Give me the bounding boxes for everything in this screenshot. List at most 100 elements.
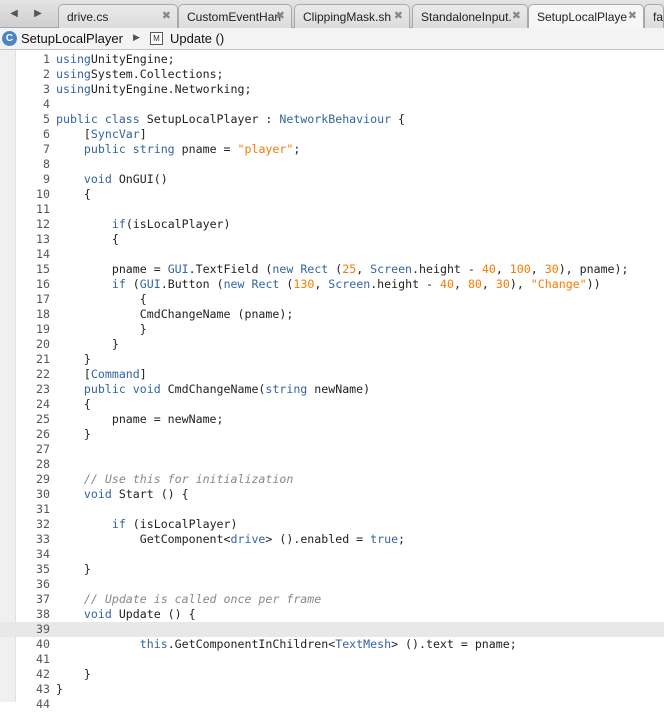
line-number: 4 [43, 97, 50, 111]
tab-standalone-input[interactable]: StandaloneInput. ✖ [412, 4, 528, 28]
code-token: ( [125, 277, 140, 291]
close-icon[interactable]: ✖ [276, 9, 285, 22]
line-number: 34 [36, 547, 50, 561]
code-line[interactable]: 44 [0, 697, 664, 712]
close-icon[interactable]: ✖ [162, 9, 171, 22]
code-line[interactable]: 43} [0, 682, 664, 697]
line-number: 26 [36, 427, 50, 441]
code-line[interactable]: 25 pname = newName; [0, 412, 664, 427]
code-line[interactable]: 42 } [0, 667, 664, 682]
code-line[interactable]: 27 [0, 442, 664, 457]
code-line[interactable]: 22 [Command] [0, 367, 664, 382]
back-arrow-icon[interactable]: ◀ [2, 0, 26, 27]
breadcrumb-method[interactable]: Update () [170, 31, 224, 46]
code-line[interactable]: 28 [0, 457, 664, 472]
close-icon[interactable]: ✖ [394, 9, 403, 22]
line-number: 7 [43, 142, 50, 156]
tab-fac[interactable]: fac [644, 4, 664, 28]
code-line[interactable]: 13 { [0, 232, 664, 247]
code-token: > ().text = pname; [391, 637, 517, 651]
code-line[interactable]: 37 // Update is called once per frame [0, 592, 664, 607]
code-text: pname = newName; [56, 412, 224, 427]
line-number: 13 [36, 232, 50, 246]
line-number: 39 [36, 622, 50, 636]
code-token: new Rect [223, 277, 280, 291]
code-token: Screen [328, 277, 371, 291]
tab-clipping-mask[interactable]: ClippingMask.sh ✖ [294, 4, 410, 28]
code-line[interactable]: 40 this.GetComponentInChildren<TextMesh>… [0, 637, 664, 652]
code-token: 130 [293, 277, 315, 291]
code-line[interactable]: 32 if (isLocalPlayer) [0, 517, 664, 532]
code-line[interactable]: 2 usingSystem.Collections; [0, 67, 664, 82]
code-line[interactable]: 41 [0, 652, 664, 667]
code-token: [ [56, 367, 91, 381]
line-number: 9 [43, 172, 50, 186]
code-token: } [56, 427, 91, 441]
code-token: { [56, 397, 91, 411]
line-number: 44 [36, 697, 50, 711]
code-line[interactable]: 36 [0, 577, 664, 592]
code-line[interactable]: 21 } [0, 352, 664, 367]
line-number: 32 [36, 517, 50, 531]
code-line[interactable]: 9 void OnGUI() [0, 172, 664, 187]
code-token: .TextField ( [188, 262, 273, 276]
code-token: true [370, 532, 399, 546]
code-line[interactable]: 15 pname = GUI.TextField (new Rect (25, … [0, 262, 664, 277]
code-editor[interactable]: 1 usingUnityEngine; 2 usingSystem.Collectio… [0, 52, 664, 712]
code-line[interactable]: 31 [0, 502, 664, 517]
code-token: ; [398, 532, 406, 546]
code-line[interactable]: 17 { [0, 292, 664, 307]
code-token: SyncVar [90, 127, 140, 141]
code-line[interactable]: 10 { [0, 187, 664, 202]
code-line[interactable]: 18 CmdChangeName (pname); [0, 307, 664, 322]
code-line[interactable]: 24 { [0, 397, 664, 412]
code-token: 25 [342, 262, 357, 276]
code-line[interactable]: 20 } [0, 337, 664, 352]
code-token: if [56, 517, 126, 531]
tab-drive-cs[interactable]: drive.cs ✖ [58, 4, 178, 28]
code-line[interactable]: 12 if(isLocalPlayer) [0, 217, 664, 232]
code-line[interactable]: 19 } [0, 322, 664, 337]
code-line[interactable]: 5 public class SetupLocalPlayer : Network… [0, 112, 664, 127]
close-icon[interactable]: ✖ [512, 9, 521, 22]
close-icon[interactable]: ✖ [628, 9, 637, 22]
code-line[interactable]: 14 [0, 247, 664, 262]
code-line[interactable]: 29 // Use this for initialization [0, 472, 664, 487]
code-line[interactable]: 6 [SyncVar] [0, 127, 664, 142]
code-text: public class SetupLocalPlayer : NetworkB… [56, 112, 405, 127]
code-line[interactable]: 4 [0, 97, 664, 112]
line-number: 5 [43, 112, 50, 126]
line-number: 35 [36, 562, 50, 576]
code-token: UnityEngine; [90, 52, 175, 66]
code-token: , [314, 277, 329, 291]
tab-bar: ◀ ▶ drive.cs ✖ CustomEventHan ✖ Clipping… [0, 0, 664, 29]
code-token: SetupLocalPlayer : [139, 112, 280, 126]
code-token: pname = newName; [56, 412, 224, 426]
breadcrumb-class[interactable]: SetupLocalPlayer [21, 31, 123, 46]
code-text: void OnGUI() [56, 172, 168, 187]
tab-custom-event-handler[interactable]: CustomEventHan ✖ [178, 4, 292, 28]
code-token: GetComponent< [56, 532, 231, 546]
code-line[interactable]: 33 GetComponent<drive> ().enabled = true… [0, 532, 664, 547]
code-line[interactable]: 30 void Start () { [0, 487, 664, 502]
forward-arrow-icon[interactable]: ▶ [26, 0, 50, 27]
code-line[interactable]: 39 [0, 622, 664, 637]
code-line[interactable]: 38 void Update () { [0, 607, 664, 622]
code-line[interactable]: 23 public void CmdChangeName(string newN… [0, 382, 664, 397]
code-line[interactable]: 1 usingUnityEngine; [0, 52, 664, 67]
code-token: using [56, 67, 91, 81]
code-line[interactable]: 3 usingUnityEngine.Networking; [0, 82, 664, 97]
code-token: Update () { [111, 607, 196, 621]
code-text: GetComponent<drive> ().enabled = true; [56, 532, 405, 547]
code-line[interactable]: 16 if (GUI.Button (new Rect (130, Screen… [0, 277, 664, 292]
tab-setup-local-player[interactable]: SetupLocalPlaye ✖ [528, 4, 644, 29]
code-line[interactable]: 7 public string pname = "player"; [0, 142, 664, 157]
code-token: , [481, 277, 496, 291]
code-token: } [56, 682, 63, 696]
code-line[interactable]: 26 } [0, 427, 664, 442]
code-line[interactable]: 34 [0, 547, 664, 562]
code-line[interactable]: 11 [0, 202, 664, 217]
code-token: GUI [167, 262, 189, 276]
code-line[interactable]: 35 } [0, 562, 664, 577]
code-line[interactable]: 8 [0, 157, 664, 172]
